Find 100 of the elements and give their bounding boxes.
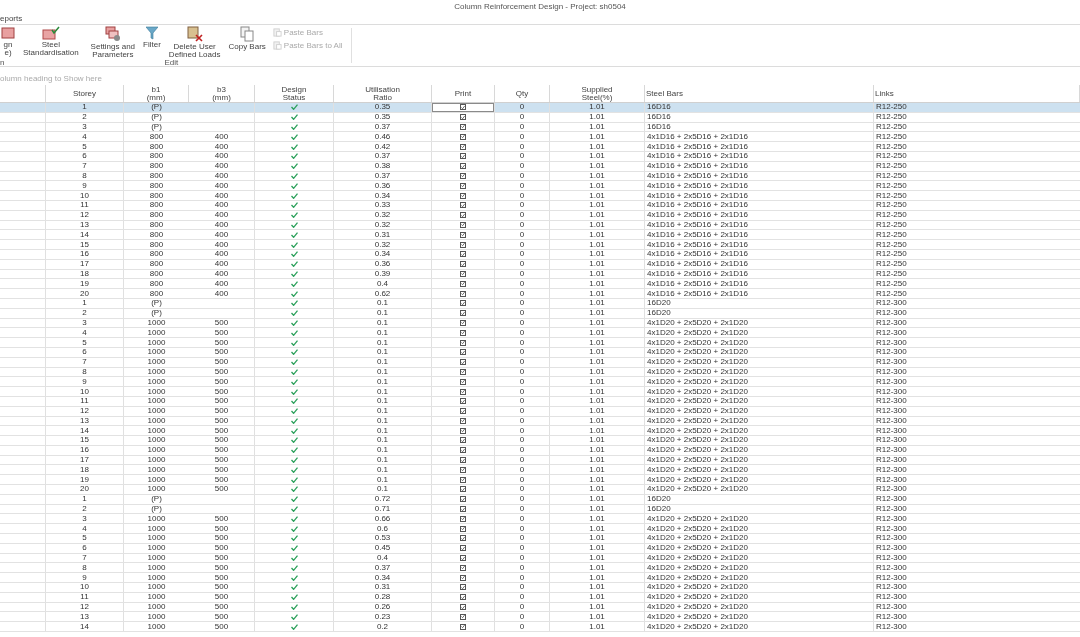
table-row[interactable]: 6 1000 500 0.1 0 1.01 4x1D20 + 2x5D20 + 2x1D20 R12-300 xyxy=(0,347,1080,358)
table-row[interactable]: 6 800 400 0.37 0 1.01 4x1D16 + 2x5D16 + 2x1D16 R12-250 xyxy=(0,152,1080,162)
print-checkbox[interactable] xyxy=(460,476,466,483)
print-checkbox[interactable] xyxy=(460,143,466,150)
table-row[interactable]: 1 (P) 0.72 0 1.01 16D20 R12-300 xyxy=(0,494,1080,505)
print-checkbox[interactable] xyxy=(460,212,466,219)
table-row[interactable]: 9 1000 500 0.34 0 1.01 4x1D20 + 2x5D20 + 2x1D20 R12-300 xyxy=(0,573,1080,584)
table-row[interactable]: 16 1000 500 0.1 0 1.01 4x1D20 + 2x5D20 + 2x1D20 R12-300 xyxy=(0,445,1080,456)
table-row[interactable]: 13 1000 500 0.23 0 1.01 4x1D20 + 2x5D20 + 2x1D20 R12-300 xyxy=(0,612,1080,623)
table-row[interactable]: 19 800 400 0.4 0 1.01 4x1D16 + 2x5D16 + 2x1D16 R12-250 xyxy=(0,279,1080,290)
table-row[interactable]: 2 (P) 0.35 0 1.01 16D16 R12-250 xyxy=(0,112,1080,123)
table-row[interactable]: 3 1000 500 0.66 0 1.01 4x1D20 + 2x5D20 + 2x1D20 R12-300 xyxy=(0,514,1080,525)
print-checkbox[interactable] xyxy=(460,359,466,366)
print-checkbox[interactable] xyxy=(460,339,466,346)
table-row[interactable]: 14 800 400 0.31 0 1.01 4x1D16 + 2x5D16 + 2x1D16 R12-250 xyxy=(0,230,1080,241)
ribbon-button[interactable]: Steel Standardisation xyxy=(22,26,80,57)
print-checkbox[interactable] xyxy=(460,182,466,189)
table-row[interactable]: 8 1000 500 0.37 0 1.01 4x1D20 + 2x5D20 + 2x1D20 R12-300 xyxy=(0,563,1080,574)
print-checkbox[interactable] xyxy=(460,555,466,562)
table-row[interactable]: 5 1000 500 0.53 0 1.01 4x1D20 + 2x5D20 + 2x1D20 R12-300 xyxy=(0,534,1080,544)
print-checkbox[interactable] xyxy=(460,300,466,307)
print-checkbox[interactable] xyxy=(460,202,466,209)
print-checkbox[interactable] xyxy=(460,486,466,493)
print-checkbox[interactable] xyxy=(460,515,466,522)
table-row[interactable]: 7 800 400 0.38 0 1.01 4x1D16 + 2x5D16 + 2x1D16 R12-250 xyxy=(0,161,1080,172)
table-row[interactable]: 16 800 400 0.34 0 1.01 4x1D16 + 2x5D16 + 2x1D16 R12-250 xyxy=(0,249,1080,260)
table-row[interactable]: 14 1000 500 0.1 0 1.01 4x1D20 + 2x5D20 + 2x1D20 R12-300 xyxy=(0,426,1080,437)
column-header[interactable]: Qty xyxy=(495,85,550,102)
column-header[interactable]: Print xyxy=(432,85,495,102)
print-checkbox[interactable] xyxy=(460,310,466,317)
print-checkbox[interactable] xyxy=(460,192,466,199)
print-checkbox[interactable] xyxy=(460,221,466,228)
print-checkbox[interactable] xyxy=(460,163,466,170)
column-header[interactable]: Supplied Steel(%) xyxy=(550,85,645,102)
print-checkbox[interactable] xyxy=(460,349,466,356)
print-checkbox[interactable] xyxy=(460,574,466,581)
print-checkbox[interactable] xyxy=(460,594,466,601)
print-checkbox[interactable] xyxy=(460,329,466,336)
table-row[interactable]: 3 (P) 0.37 0 1.01 16D16 R12-250 xyxy=(0,122,1080,133)
table-row[interactable]: 20 1000 500 0.1 0 1.01 4x1D20 + 2x5D20 + 2x1D20 R12-300 xyxy=(0,485,1080,495)
menu-item[interactable]: eports xyxy=(0,15,23,23)
print-checkbox[interactable] xyxy=(460,368,466,375)
table-row[interactable]: 4 1000 500 0.1 0 1.01 4x1D20 + 2x5D20 + 2x1D20 R12-300 xyxy=(0,328,1080,339)
print-checkbox[interactable] xyxy=(460,525,466,532)
print-checkbox[interactable] xyxy=(460,388,466,395)
print-checkbox[interactable] xyxy=(460,613,466,620)
table-row[interactable]: 20 800 400 0.62 0 1.01 4x1D16 + 2x5D16 + 2x1D16 R12-250 xyxy=(0,289,1080,299)
table-row[interactable]: 1 (P) 0.35 0 1.01 16D16 R12-250 xyxy=(0,103,1080,113)
column-header[interactable]: b1 (mm) xyxy=(124,85,189,102)
table-row[interactable]: 7 1000 500 0.1 0 1.01 4x1D20 + 2x5D20 + 2x1D20 R12-300 xyxy=(0,357,1080,368)
print-checkbox[interactable] xyxy=(460,241,466,248)
print-checkbox[interactable] xyxy=(460,447,466,454)
ribbon-button[interactable]: Delete User Defined Loads xyxy=(167,26,222,59)
print-checkbox[interactable] xyxy=(460,437,466,444)
table-row[interactable]: 12 1000 500 0.1 0 1.01 4x1D20 + 2x5D20 + 2x1D20 R12-300 xyxy=(0,406,1080,417)
table-row[interactable]: 5 1000 500 0.1 0 1.01 4x1D20 + 2x5D20 + 2x1D20 R12-300 xyxy=(0,338,1080,348)
print-cell[interactable] xyxy=(432,103,495,112)
print-checkbox[interactable] xyxy=(460,545,466,552)
print-checkbox[interactable] xyxy=(460,261,466,268)
table-row[interactable]: 19 1000 500 0.1 0 1.01 4x1D20 + 2x5D20 + 2x1D20 R12-300 xyxy=(0,475,1080,486)
table-row[interactable]: 5 800 400 0.42 0 1.01 4x1D16 + 2x5D16 + 2x1D16 R12-250 xyxy=(0,142,1080,152)
table-row[interactable]: 2 (P) 0.1 0 1.01 16D20 R12-300 xyxy=(0,308,1080,319)
table-row[interactable]: 9 800 400 0.36 0 1.01 4x1D16 + 2x5D16 + 2x1D16 R12-250 xyxy=(0,181,1080,192)
table-row[interactable]: 17 800 400 0.36 0 1.01 4x1D16 + 2x5D16 + 2x1D16 R12-250 xyxy=(0,259,1080,270)
table-row[interactable]: 4 1000 500 0.6 0 1.01 4x1D20 + 2x5D20 + 2x1D20 R12-300 xyxy=(0,524,1080,535)
table-row[interactable]: 11 800 400 0.33 0 1.01 4x1D16 + 2x5D16 + 2x1D16 R12-250 xyxy=(0,200,1080,211)
print-checkbox[interactable] xyxy=(460,290,466,297)
table-row[interactable]: 1 (P) 0.1 0 1.01 16D20 R12-300 xyxy=(0,298,1080,309)
table-row[interactable]: 2 (P) 0.71 0 1.01 16D20 R12-300 xyxy=(0,504,1080,515)
ribbon-button[interactable]: Settings and Parameters xyxy=(89,26,137,59)
print-checkbox[interactable] xyxy=(460,378,466,385)
column-header[interactable]: Steel Bars xyxy=(645,85,874,102)
table-row[interactable]: 9 1000 500 0.1 0 1.01 4x1D20 + 2x5D20 + 2x1D20 R12-300 xyxy=(0,377,1080,388)
print-checkbox[interactable] xyxy=(460,623,466,630)
ribbon-button[interactable]: gn e) xyxy=(0,26,16,57)
print-checkbox[interactable] xyxy=(460,584,466,591)
table-row[interactable]: 18 1000 500 0.1 0 1.01 4x1D20 + 2x5D20 + 2x1D20 R12-300 xyxy=(0,465,1080,476)
print-checkbox[interactable] xyxy=(460,466,466,473)
column-header[interactable]: Utilisation Ratio xyxy=(334,85,432,102)
table-row[interactable]: 10 1000 500 0.1 0 1.01 4x1D20 + 2x5D20 + 2x1D20 R12-300 xyxy=(0,387,1080,397)
print-checkbox[interactable] xyxy=(460,506,466,513)
print-checkbox[interactable] xyxy=(460,231,466,238)
print-checkbox[interactable] xyxy=(460,124,466,130)
table-row[interactable]: 4 800 400 0.46 0 1.01 4x1D16 + 2x5D16 + 2x1D16 R12-250 xyxy=(0,132,1080,143)
table-row[interactable]: 6 1000 500 0.45 0 1.01 4x1D20 + 2x5D20 + 2x1D20 R12-300 xyxy=(0,543,1080,554)
print-checkbox[interactable] xyxy=(460,280,466,287)
print-checkbox[interactable] xyxy=(460,133,466,140)
column-header[interactable]: b3 (mm) xyxy=(189,85,255,102)
table-row[interactable]: 11 1000 500 0.28 0 1.01 4x1D20 + 2x5D20 + 2x1D20 R12-300 xyxy=(0,592,1080,603)
print-checkbox[interactable] xyxy=(460,427,466,434)
column-header[interactable]: Links xyxy=(874,85,1080,102)
print-checkbox[interactable] xyxy=(460,114,466,121)
table-row[interactable]: 15 1000 500 0.1 0 1.01 4x1D20 + 2x5D20 + 2x1D20 R12-300 xyxy=(0,436,1080,446)
print-checkbox[interactable] xyxy=(460,408,466,415)
print-checkbox[interactable] xyxy=(460,398,466,405)
table-row[interactable]: 11 1000 500 0.1 0 1.01 4x1D20 + 2x5D20 + 2x1D20 R12-300 xyxy=(0,396,1080,407)
ribbon-button[interactable]: Filter xyxy=(142,26,162,49)
print-checkbox[interactable] xyxy=(460,172,466,179)
print-checkbox[interactable] xyxy=(460,417,466,424)
print-checkbox[interactable] xyxy=(460,104,466,111)
